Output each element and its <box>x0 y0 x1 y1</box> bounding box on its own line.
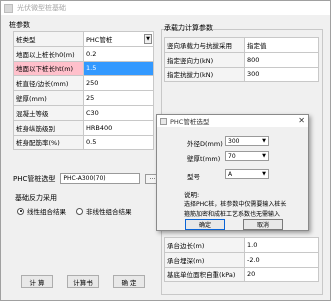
dialog-ok-button[interactable]: 确定 <box>185 219 225 230</box>
capacity-params-label: 承载力计算参数 <box>164 24 213 32</box>
pile-params-label: 桩参数 <box>9 21 30 29</box>
grid-row: 壁厚(mm) 25 <box>13 90 154 106</box>
pile-select-label: PHC管桩选型 <box>13 174 56 183</box>
chevron-down-icon: ▼ <box>262 171 266 177</box>
grid-row: 桩类型 PHC管桩 ▼ <box>13 31 154 47</box>
app-icon <box>4 3 13 13</box>
row-value[interactable]: 0.5 <box>83 134 154 151</box>
type-label: 型号 <box>187 173 200 181</box>
row-value[interactable]: 250 <box>83 75 154 92</box>
pile-select-row: PHC管桩选型 PHC-A300(70) ... <box>13 173 160 184</box>
type-value: A <box>228 171 233 178</box>
radio-linear-label: 线性组合结果 <box>27 208 66 216</box>
type-select[interactable]: A ▼ <box>225 169 269 179</box>
grid-row-selected: 地面以下桩长ht(m) 1.5 <box>13 60 154 77</box>
row-key: 指定抗拔力(kN) <box>164 66 245 83</box>
dialog-icon <box>160 117 167 125</box>
close-icon[interactable]: ✕ <box>298 116 305 125</box>
row-key: 承台边长(m) <box>164 237 245 253</box>
radio-nonlinear-label: 非线性组合结果 <box>86 208 132 216</box>
pile-type-value: PHC管桩 <box>86 35 113 44</box>
row-key: 混凝土等级 <box>13 104 84 121</box>
foundation-params-grid: 承台边长(m) 1.0 承台埋深(m) -2.0 基底单位面积自重(kPa) 2… <box>164 237 319 283</box>
row-value[interactable]: 0.2 <box>83 45 154 62</box>
grid-row: 桩直径/边长(mm) 250 <box>13 75 154 92</box>
wall-thickness-select[interactable]: 70 ▼ <box>225 151 269 161</box>
title-bar: 光伏微型桩基础 <box>1 1 330 15</box>
calc-button[interactable]: 计 算 <box>21 275 53 288</box>
ok-button[interactable]: 确 定 <box>113 275 145 288</box>
chevron-down-icon: ▼ <box>262 153 266 159</box>
grid-row: 桩身纵筋级别 HRB400 <box>13 119 154 136</box>
radio-linear[interactable] <box>17 207 24 215</box>
dropdown-arrow-icon[interactable]: ▼ <box>144 34 152 44</box>
main-window: 光伏微型桩基础 桩参数 桩类型 PHC管桩 ▼ 地面以上桩长h0(m) 0.2 … <box>0 0 331 301</box>
row-value[interactable]: 1.5 <box>83 60 154 77</box>
grid-row: 地面以上桩长h0(m) 0.2 <box>13 45 154 62</box>
window-title: 光伏微型桩基础 <box>17 4 66 12</box>
grid-row: 承台边长(m) 1.0 <box>164 237 319 253</box>
grid-row: 竖向承载力与抗拔采用 指定值 <box>164 37 319 53</box>
note-title: 说明: <box>184 191 200 199</box>
note-line-1: 选择PHC桩，桩参数中仅需要输入桩长 <box>184 201 287 208</box>
note-line-2: 箍筋加密和成桩工艺系数也无需输入 <box>184 211 281 218</box>
outer-diameter-value: 300 <box>228 138 240 145</box>
capacity-params-grid: 竖向承载力与抗拔采用 指定值 指定竖向力(kN) 800 指定抗拔力(kN) 3… <box>164 37 319 83</box>
row-key: 承台埋深(m) <box>164 251 245 268</box>
row-value[interactable]: -2.0 <box>244 251 319 268</box>
row-key: 地面以下桩长ht(m) <box>13 60 84 77</box>
pile-select-value: PHC-A300(70) <box>60 173 141 184</box>
phc-select-dialog: PHC管桩选型 ✕ 外径D(mm) 300 ▼ 壁厚t(mm) 70 ▼ 型号 … <box>156 114 309 231</box>
row-key: 壁厚(mm) <box>13 90 84 106</box>
row-key: 指定竖向力(kN) <box>164 51 245 68</box>
row-key: 桩类型 <box>13 31 84 47</box>
grid-row: 指定抗拔力(kN) 300 <box>164 66 319 83</box>
grid-row: 桩身配筋率(%) 0.5 <box>13 134 154 151</box>
chevron-down-icon: ▼ <box>262 138 266 144</box>
report-button[interactable]: 计算书 <box>67 275 99 288</box>
wall-thickness-label: 壁厚t(mm) <box>187 155 221 163</box>
pile-params-grid: 桩类型 PHC管桩 ▼ 地面以上桩长h0(m) 0.2 地面以下桩长ht(m) … <box>13 31 154 151</box>
outer-diameter-label: 外径D(mm) <box>187 140 223 148</box>
row-value[interactable]: 1.0 <box>244 237 319 253</box>
row-value[interactable]: HRB400 <box>83 119 154 136</box>
dialog-title: PHC管桩选型 <box>170 118 210 126</box>
row-value[interactable]: 300 <box>244 66 319 83</box>
row-key: 地面以上桩长h0(m) <box>13 45 84 62</box>
row-key: 桩身配筋率(%) <box>13 134 84 151</box>
row-key: 桩直径/边长(mm) <box>13 75 84 92</box>
grid-row: 混凝土等级 C30 <box>13 104 154 121</box>
grid-row: 指定竖向力(kN) 800 <box>164 51 319 68</box>
row-key: 桩身纵筋级别 <box>13 119 84 136</box>
dialog-title-bar: PHC管桩选型 <box>157 115 308 127</box>
reaction-radio-group: 线性组合结果 非线性组合结果 <box>17 206 132 216</box>
grid-row: 基底单位面积自重(kPa) 20 <box>164 266 319 283</box>
row-key: 竖向承载力与抗拔采用 <box>164 37 245 53</box>
row-value[interactable]: 25 <box>83 90 154 106</box>
row-value[interactable]: 20 <box>244 266 319 283</box>
dialog-cancel-button[interactable]: 取消 <box>243 219 283 230</box>
grid-row: 承台埋深(m) -2.0 <box>164 251 319 268</box>
radio-nonlinear[interactable] <box>76 207 83 215</box>
row-value[interactable]: C30 <box>83 104 154 121</box>
outer-diameter-select[interactable]: 300 ▼ <box>225 136 269 146</box>
reaction-label: 基础反力采用 <box>15 194 57 202</box>
pile-type-select[interactable]: PHC管桩 ▼ <box>83 31 154 47</box>
row-value[interactable]: 800 <box>244 51 319 68</box>
row-value[interactable]: 指定值 <box>244 37 319 53</box>
wall-thickness-value: 70 <box>228 153 236 160</box>
row-key: 基底单位面积自重(kPa) <box>164 266 245 283</box>
